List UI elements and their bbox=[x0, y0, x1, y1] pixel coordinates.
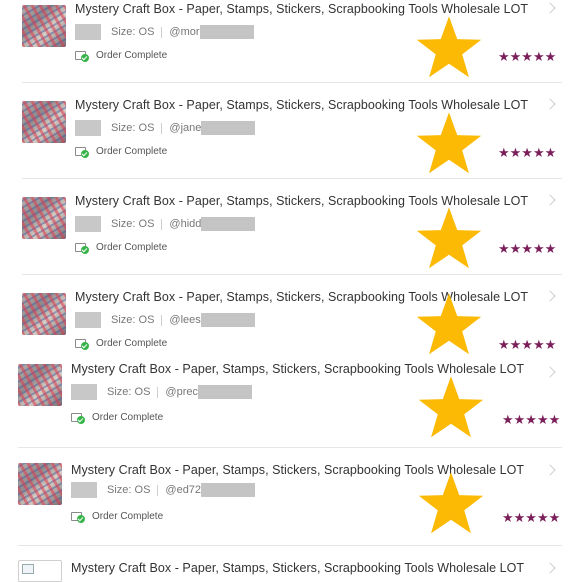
order-complete-icon bbox=[71, 511, 85, 523]
redacted-price bbox=[75, 216, 101, 232]
order-status: Order Complete bbox=[75, 242, 168, 254]
redacted-username bbox=[201, 121, 256, 135]
order-complete-icon bbox=[75, 242, 89, 254]
order-status: Order Complete bbox=[75, 338, 168, 350]
product-title[interactable]: Mystery Craft Box - Paper, Stamps, Stick… bbox=[71, 362, 524, 376]
redacted-price bbox=[71, 482, 97, 498]
buyer-username[interactable]: @prec bbox=[165, 386, 198, 398]
product-thumbnail[interactable] bbox=[18, 560, 62, 582]
big-star-icon bbox=[416, 207, 482, 269]
product-title[interactable]: Mystery Craft Box - Paper, Stamps, Stick… bbox=[75, 2, 528, 16]
order-status-label: Order Complete bbox=[92, 511, 164, 523]
product-thumbnail[interactable] bbox=[22, 197, 66, 239]
redacted-username bbox=[197, 385, 252, 399]
order-row[interactable]: Mystery Craft Box - Paper, Stamps, Stick… bbox=[0, 558, 562, 582]
redacted-username bbox=[199, 25, 254, 39]
chevron-right-icon[interactable] bbox=[544, 562, 556, 574]
buyer-username[interactable]: @lees bbox=[169, 314, 200, 326]
size-label: Size: OS bbox=[107, 385, 151, 398]
product-title[interactable]: Mystery Craft Box - Paper, Stamps, Stick… bbox=[75, 98, 528, 112]
order-meta: Size: OS @hidd bbox=[75, 216, 256, 232]
rating-stars: ★★★★★ bbox=[498, 49, 557, 64]
size-label: Size: OS bbox=[111, 25, 155, 38]
order-status-label: Order Complete bbox=[96, 50, 168, 62]
redacted-price bbox=[75, 312, 101, 328]
chevron-right-icon[interactable] bbox=[544, 290, 556, 302]
order-status-label: Order Complete bbox=[92, 412, 164, 424]
order-meta: Size: OS @ed72 bbox=[71, 482, 256, 498]
order-meta: Size: OS @mor bbox=[75, 24, 254, 40]
rating-stars: ★★★★★ bbox=[502, 412, 561, 427]
order-status-label: Order Complete bbox=[96, 146, 168, 158]
size-label: Size: OS bbox=[111, 217, 155, 230]
redacted-username bbox=[201, 483, 256, 497]
rating-stars: ★★★★★ bbox=[498, 337, 557, 352]
redacted-price bbox=[75, 24, 101, 40]
order-meta: Size: OS @lees bbox=[75, 312, 255, 328]
size-label: Size: OS bbox=[111, 121, 155, 134]
order-status: Order Complete bbox=[71, 511, 164, 523]
order-status: Order Complete bbox=[75, 146, 168, 158]
product-thumbnail[interactable] bbox=[22, 5, 66, 47]
order-complete-icon bbox=[75, 50, 89, 62]
chevron-right-icon[interactable] bbox=[544, 366, 556, 378]
order-status: Order Complete bbox=[71, 412, 164, 424]
rating-stars: ★★★★★ bbox=[498, 241, 557, 256]
buyer-username[interactable]: @hidd bbox=[169, 218, 201, 230]
big-star-icon bbox=[416, 293, 482, 355]
product-thumbnail[interactable] bbox=[22, 101, 66, 143]
redacted-price bbox=[75, 120, 101, 136]
chevron-right-icon[interactable] bbox=[544, 464, 556, 476]
big-star-icon bbox=[416, 112, 482, 174]
redacted-username bbox=[201, 217, 256, 231]
buyer-username[interactable]: @mor bbox=[169, 26, 199, 38]
redacted-price bbox=[71, 384, 97, 400]
rating-stars: ★★★★★ bbox=[502, 510, 561, 525]
buyer-username[interactable]: @ed72 bbox=[165, 484, 201, 496]
order-status-label: Order Complete bbox=[96, 338, 168, 350]
size-label: Size: OS bbox=[107, 483, 151, 496]
order-status: Order Complete bbox=[75, 50, 168, 62]
order-complete-icon bbox=[71, 412, 85, 424]
big-star-icon bbox=[418, 376, 484, 438]
order-meta: Size: OS @jane bbox=[75, 120, 256, 136]
order-meta: Size: OS @prec bbox=[71, 384, 252, 400]
chevron-right-icon[interactable] bbox=[544, 98, 556, 110]
big-star-icon bbox=[418, 472, 484, 534]
order-status-label: Order Complete bbox=[96, 242, 168, 254]
chevron-right-icon[interactable] bbox=[544, 2, 556, 14]
buyer-username[interactable]: @jane bbox=[169, 122, 201, 134]
big-star-icon bbox=[416, 16, 482, 78]
rating-stars: ★★★★★ bbox=[498, 145, 557, 160]
order-complete-icon bbox=[75, 146, 89, 158]
order-complete-icon bbox=[75, 338, 89, 350]
size-label: Size: OS bbox=[111, 313, 155, 326]
product-title[interactable]: Mystery Craft Box - Paper, Stamps, Stick… bbox=[71, 561, 524, 575]
product-thumbnail[interactable] bbox=[18, 463, 62, 505]
product-thumbnail[interactable] bbox=[18, 364, 62, 406]
chevron-right-icon[interactable] bbox=[544, 194, 556, 206]
product-thumbnail[interactable] bbox=[22, 293, 66, 335]
redacted-username bbox=[200, 313, 255, 327]
